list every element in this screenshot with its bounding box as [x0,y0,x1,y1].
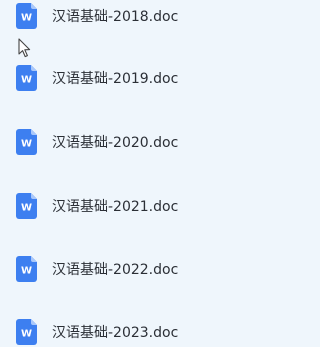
file-name: 汉语基础-2018.doc [52,9,179,25]
file-name: 汉语基础-2020.doc [52,135,179,151]
file-name: 汉语基础-2023.doc [52,325,179,341]
word-letter: W [21,329,32,340]
file-name: 汉语基础-2019.doc [52,71,179,87]
word-doc-icon: W [16,3,37,29]
word-doc-icon: W [16,65,37,91]
word-letter: W [21,75,32,86]
file-item-2022[interactable]: W 汉语基础-2022.doc [16,255,178,283]
file-list: W 汉语基础-2018.doc W 汉语基础-2019.doc W 汉语基础-2… [0,0,258,347]
file-item-2023[interactable]: W 汉语基础-2023.doc [16,318,178,346]
file-name: 汉语基础-2021.doc [52,199,179,215]
file-name: 汉语基础-2022.doc [52,262,179,278]
word-doc-icon: W [16,129,37,155]
file-item-2020[interactable]: W 汉语基础-2020.doc [16,128,178,156]
word-letter: W [21,203,32,214]
word-letter: W [21,139,32,150]
mouse-pointer-icon [18,38,31,58]
word-doc-icon: W [16,319,37,345]
word-letter: W [21,266,32,277]
file-item-2019[interactable]: W 汉语基础-2019.doc [16,64,178,92]
word-doc-icon: W [16,256,37,282]
word-doc-icon: W [16,193,37,219]
file-item-2018[interactable]: W 汉语基础-2018.doc [16,2,178,30]
word-letter: W [21,13,32,24]
file-item-2021[interactable]: W 汉语基础-2021.doc [16,192,178,220]
